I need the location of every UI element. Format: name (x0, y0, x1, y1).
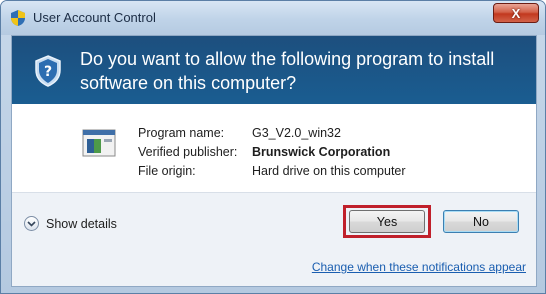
program-name-value: G3_V2.0_win32 (252, 126, 341, 140)
svg-text:?: ? (44, 64, 52, 80)
show-details-label[interactable]: Show details (46, 217, 117, 231)
prompt-question: Do you want to allow the following progr… (80, 49, 495, 93)
title-bar[interactable]: User Account Control X (1, 1, 545, 35)
chevron-down-icon[interactable] (24, 216, 39, 231)
file-origin-label: File origin: (138, 164, 196, 178)
file-origin-row: File origin: Hard drive on this computer (138, 164, 406, 183)
file-origin-value: Hard drive on this computer (252, 164, 406, 178)
close-button[interactable]: X (493, 3, 539, 23)
yes-button[interactable]: Yes (349, 210, 425, 233)
dialog-footer: Show details Yes No Change when these no… (12, 193, 536, 286)
uac-shield-title-icon (11, 10, 25, 26)
uac-dialog-window: User Account Control X ? Do you want to … (0, 0, 546, 294)
dialog-content: ? Do you want to allow the following pro… (11, 35, 537, 287)
change-notifications-link[interactable]: Change when these notifications appear (312, 260, 526, 274)
window-title: User Account Control (33, 10, 156, 25)
publisher-label: Verified publisher: (138, 145, 238, 159)
publisher-row: Verified publisher: Brunswick Corporatio… (138, 145, 406, 164)
publisher-value: Brunswick Corporation (252, 145, 391, 159)
no-button[interactable]: No (443, 210, 519, 233)
show-details-toggle[interactable]: Show details (24, 216, 117, 231)
program-icon (82, 129, 116, 157)
program-details: Program name: G3_V2.0_win32 Verified pub… (138, 126, 406, 183)
program-name-label: Program name: (138, 126, 225, 140)
program-name-row: Program name: G3_V2.0_win32 (138, 126, 406, 145)
shield-icon: ? (35, 55, 61, 87)
prompt-header: ? Do you want to allow the following pro… (12, 36, 536, 104)
close-icon: X (511, 5, 521, 21)
